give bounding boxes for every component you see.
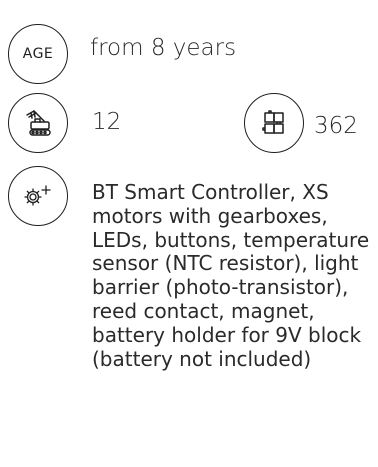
age-badge: AGE: [8, 24, 68, 84]
features-description: BT Smart Controller, XS motors with gear…: [92, 180, 370, 371]
parts-count: 362: [314, 113, 358, 139]
gears-plus-icon: [8, 166, 68, 226]
model-vehicle-icon: [8, 93, 68, 153]
building-blocks-icon: [244, 93, 304, 153]
age-badge-label: AGE: [22, 46, 54, 62]
age-value: from 8 years: [90, 35, 237, 61]
models-count: 12: [92, 109, 122, 135]
